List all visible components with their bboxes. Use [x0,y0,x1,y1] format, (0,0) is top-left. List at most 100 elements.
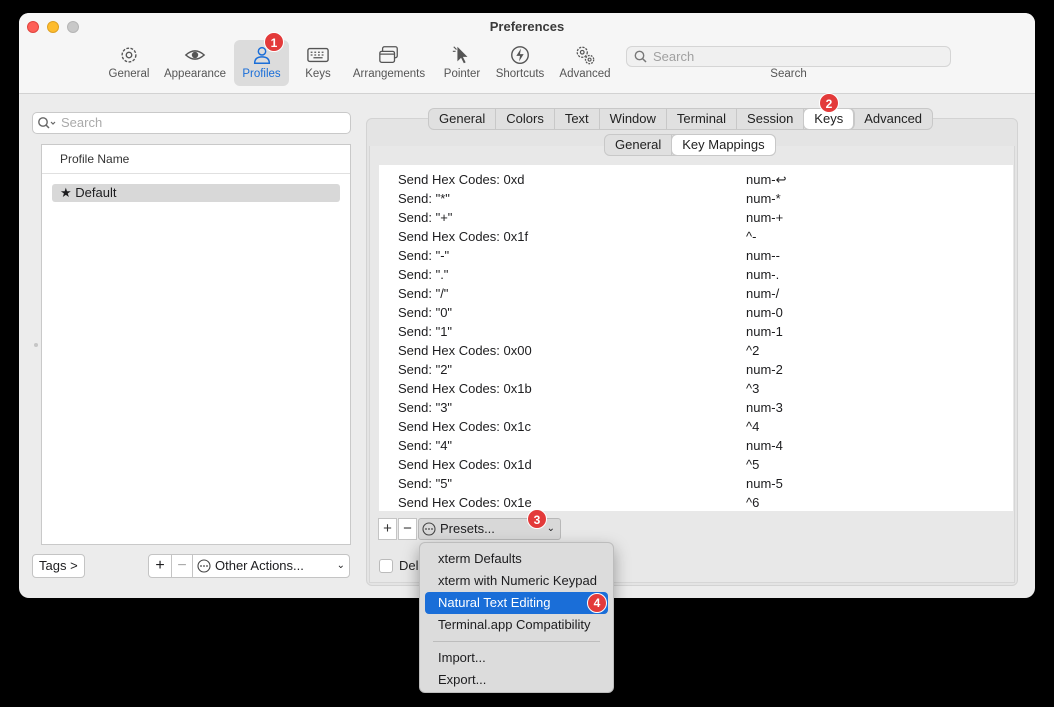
mapping-key: num-3 [746,400,783,415]
toolbar-search-input[interactable]: Search [626,46,951,67]
key-mappings-table[interactable]: Send Hex Codes: 0xd num-↩ Send: "*" num-* Se… [379,165,1013,511]
mapping-action: Send Hex Codes: 0xd [398,172,525,187]
toolbar-search-label: Search [770,68,807,80]
mapping-key: num-↩ [746,172,787,187]
tab-window[interactable]: Window [600,109,667,129]
menu-item-xterm-defaults[interactable]: xterm Defaults [425,548,608,570]
add-mapping-button[interactable]: + [378,518,397,540]
profile-row-default[interactable]: ★ Default [52,184,340,202]
mapping-key: num-- [746,248,780,263]
mapping-action: Send Hex Codes: 0x1d [398,457,532,472]
toolbar-appearance[interactable]: Appearance [160,40,230,86]
subtab-general[interactable]: General [605,135,673,155]
tab-text[interactable]: Text [555,109,600,129]
chevron-down-icon: ⌄ [336,560,345,571]
menu-item-import[interactable]: Import... [425,647,608,669]
remove-mapping-button[interactable]: − [398,518,417,540]
table-row[interactable]: Send: "*" num-* [379,189,1013,208]
mapping-key: num-. [746,267,780,282]
add-profile-button[interactable]: + [149,555,171,577]
mapping-action: Send: "." [398,267,449,282]
toolbar-shortcuts-label: Shortcuts [495,68,545,80]
keyboard-icon [307,47,329,63]
table-row[interactable]: Send Hex Codes: 0x1d ^5 [379,455,1013,474]
mapping-action: Send: "-" [398,248,450,263]
toolbar-search-placeholder: Search [653,49,695,64]
profile-search-input[interactable]: Search [32,112,351,134]
toolbar-keys-label: Keys [305,68,331,80]
mapping-key: num-/ [746,286,780,301]
profile-name-column-header[interactable]: Profile Name [42,145,350,174]
profile-actions-bar: + − Other Actions... ⌄ [148,554,350,578]
remove-profile-button[interactable]: − [172,555,192,577]
table-row[interactable]: Send Hex Codes: 0x1e ^6 [379,493,1013,511]
other-actions-label: Other Actions... [215,558,304,573]
profile-search-placeholder: Search [61,115,103,130]
tab-session[interactable]: Session [737,109,805,129]
menu-item-terminal-app-compatibility[interactable]: Terminal.app Compatibility [425,614,608,636]
mapping-key: num-+ [746,210,784,225]
menu-item-natural-text-editing[interactable]: Natural Text Editing 4 [425,592,608,614]
table-row[interactable]: Send: "." num-. [379,265,1013,284]
table-row[interactable]: Send Hex Codes: 0x1b ^3 [379,379,1013,398]
splitter-handle[interactable] [34,343,38,347]
table-row[interactable]: Send Hex Codes: 0x1c ^4 [379,417,1013,436]
table-row[interactable]: Send: "5" num-5 [379,474,1013,493]
menu-item-export[interactable]: Export... [425,669,608,691]
mapping-action: Send Hex Codes: 0x1c [398,419,531,434]
mapping-action: Send: "*" [398,191,450,206]
table-row[interactable]: Send: "/" num-/ [379,284,1013,303]
mapping-action: Send: "/" [398,286,449,301]
subtab-key-mappings[interactable]: Key Mappings [672,135,775,155]
mapping-key: ^- [746,229,757,244]
eye-icon [184,50,206,60]
table-row[interactable]: Send Hex Codes: 0x00 ^2 [379,341,1013,360]
toolbar-advanced-label: Advanced [559,68,611,80]
mapping-action: Send Hex Codes: 0x1f [398,229,529,244]
table-row[interactable]: Send: "4" num-4 [379,436,1013,455]
gear-icon [121,47,137,63]
table-row[interactable]: Send: "-" num-- [379,246,1013,265]
presets-menu: xterm Defaults xterm with Numeric Keypad… [419,542,614,693]
table-row[interactable]: Send: "+" num-+ [379,208,1013,227]
toolbar-appearance-label: Appearance [163,68,227,80]
table-row[interactable]: Send: "1" num-1 [379,322,1013,341]
toolbar-arrangements[interactable]: Arrangements [348,40,430,86]
other-actions-dropdown[interactable]: Other Actions... ⌄ [193,555,349,577]
toolbar-shortcuts[interactable]: Shortcuts [491,40,549,86]
toolbar-pointer[interactable]: Pointer [437,40,487,86]
table-row[interactable]: Send: "2" num-2 [379,360,1013,379]
step-badge-2: 2 [819,93,839,113]
mapping-key: num-5 [746,476,783,491]
table-row[interactable]: Send: "0" num-0 [379,303,1013,322]
bolt-icon [511,46,529,64]
tab-colors[interactable]: Colors [496,109,555,129]
menu-item-xterm-numeric-keypad[interactable]: xterm with Numeric Keypad [425,570,608,592]
mapping-key: num-1 [746,324,783,339]
table-row[interactable]: Send Hex Codes: 0x1f ^- [379,227,1013,246]
tags-button[interactable]: Tags > [32,554,85,578]
table-row[interactable]: Send: "3" num-3 [379,398,1013,417]
toolbar-keys[interactable]: Keys [297,40,339,86]
windows-icon [379,46,398,63]
search-icon [634,50,647,63]
mapping-key: num-4 [746,438,783,453]
toolbar-profiles-label: Profiles [242,68,281,80]
mapping-key: ^6 [746,495,760,510]
tab-advanced[interactable]: Advanced [854,109,932,129]
mapping-action: Send: "0" [398,305,453,320]
mapping-key: num-2 [746,362,783,377]
mapping-action: Send Hex Codes: 0x00 [398,343,532,358]
tab-terminal[interactable]: Terminal [667,109,738,129]
tab-general[interactable]: General [429,109,497,129]
step-badge-4: 4 [587,593,607,613]
ellipsis-circle-icon [422,522,436,536]
toolbar-general[interactable]: General [105,40,153,86]
toolbar-advanced[interactable]: Advanced [555,40,615,86]
delete-key-checkbox[interactable] [379,559,393,573]
gears-icon [576,46,595,65]
profile-list: Profile Name ★ Default [41,144,351,545]
mapping-action: Send: "3" [398,400,453,415]
toolbar-arrangements-label: Arrangements [352,68,426,80]
table-row[interactable]: Send Hex Codes: 0xd num-↩ [379,170,1013,189]
